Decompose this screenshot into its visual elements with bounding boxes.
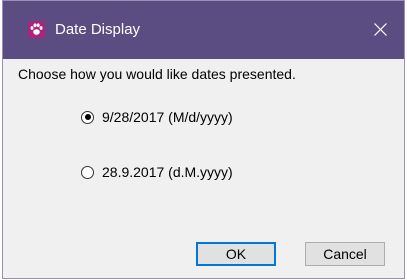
date-display-dialog: Date Display Choose how you would like d… xyxy=(2,0,405,279)
close-icon xyxy=(374,23,387,36)
radio-label-dmyyyy[interactable]: 28.9.2017 (d.M.yyyy) xyxy=(102,163,233,181)
radio-option-dmyyyy[interactable]: 28.9.2017 (d.M.yyyy) xyxy=(81,162,233,182)
cancel-button[interactable]: Cancel xyxy=(305,242,385,266)
radio-label-mdyyyy[interactable]: 9/28/2017 (M/d/yyyy) xyxy=(102,108,233,126)
paw-icon xyxy=(28,21,45,38)
radio-button-selected[interactable] xyxy=(81,110,94,124)
title-bar[interactable]: Date Display xyxy=(3,1,404,59)
close-button[interactable] xyxy=(358,1,404,59)
radio-button-unselected[interactable] xyxy=(81,165,94,179)
radio-option-mdyyyy[interactable]: 9/28/2017 (M/d/yyyy) xyxy=(81,107,233,127)
ok-button[interactable]: OK xyxy=(196,242,276,266)
window-title: Date Display xyxy=(55,21,141,38)
prompt-text: Choose how you would like dates presente… xyxy=(18,66,296,82)
